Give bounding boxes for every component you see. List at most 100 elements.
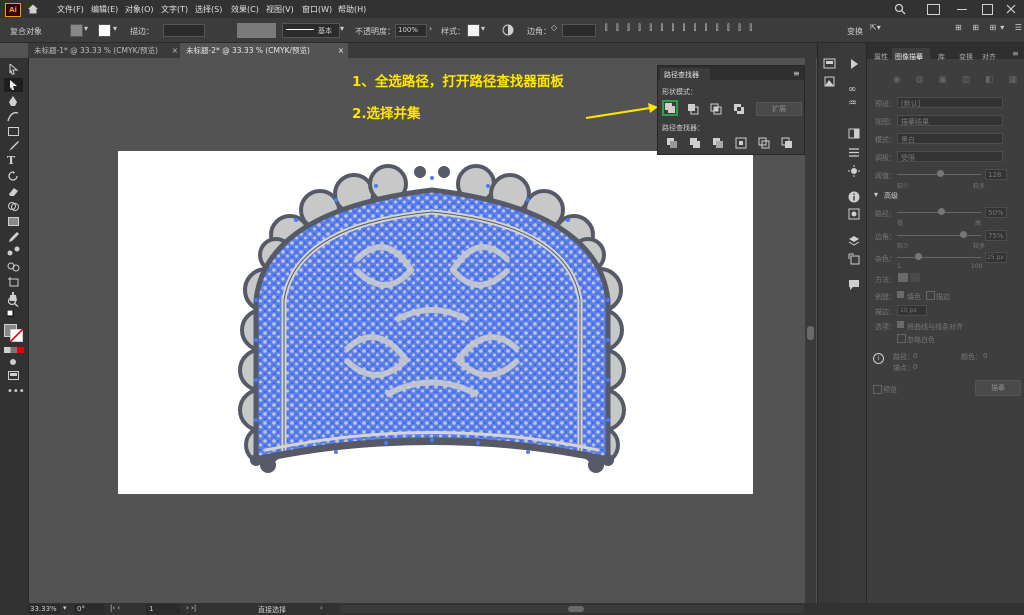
stroke-checkbox[interactable] <box>926 291 935 300</box>
panel-menu-icon[interactable]: ≡ <box>793 69 800 78</box>
paths-slider-thumb[interactable] <box>938 208 945 215</box>
shape-builder-tool-icon[interactable] <box>7 201 20 212</box>
menu-help[interactable]: 帮助(H) <box>338 4 366 15</box>
stacked-layers-icon[interactable] <box>848 235 860 247</box>
actions-play-icon[interactable] <box>848 58 860 70</box>
variable-width-profile[interactable] <box>237 23 276 38</box>
panel-menu-icon[interactable]: ≡ <box>1012 49 1019 58</box>
export-icon[interactable] <box>848 253 860 265</box>
eyedropper-tool-icon[interactable] <box>7 231 20 242</box>
outline-icon[interactable] <box>758 137 770 149</box>
tab-libraries[interactable]: 库 <box>938 52 945 62</box>
trim-icon[interactable] <box>689 137 701 149</box>
scroll-thumb[interactable] <box>807 326 814 340</box>
chevron-down-icon[interactable]: ▾ <box>63 604 67 612</box>
menu-object[interactable]: 对象(O) <box>125 4 154 15</box>
pen-tool-icon[interactable] <box>7 96 20 107</box>
appearance-icon[interactable] <box>848 165 860 177</box>
menu-window[interactable]: 窗口(W) <box>302 4 332 15</box>
stroke-weight-field[interactable] <box>163 24 205 37</box>
corner-stepper[interactable]: ◇ <box>551 23 557 32</box>
panel-options-icons[interactable]: ⊞ ⊞ ⊞▾ ☰ <box>955 23 1024 32</box>
direct-selection-tool-icon[interactable] <box>7 80 20 91</box>
ai-logo[interactable]: Ai <box>5 3 21 17</box>
info-icon[interactable] <box>848 191 860 203</box>
horizontal-scroll-thumb[interactable] <box>568 606 584 612</box>
blend-tool-icon[interactable] <box>7 246 20 257</box>
minus-front-icon[interactable] <box>687 103 699 115</box>
vertical-scrollbar[interactable] <box>805 58 816 603</box>
brushes-icon[interactable]: ♒ <box>848 98 857 109</box>
exclude-icon[interactable] <box>733 103 745 115</box>
advanced-section-label[interactable]: 高级 <box>884 191 898 201</box>
tab-document-1[interactable]: 未标题-1* @ 33.33 % (CMYK/预览) × <box>28 43 182 58</box>
align-panel-icon[interactable] <box>848 147 860 158</box>
tab-transform[interactable]: 变换 <box>959 52 973 62</box>
stroke-color-none-swatch[interactable] <box>10 329 23 342</box>
transparency-icon[interactable] <box>848 128 860 139</box>
tab-document-2[interactable]: 未标题-2* @ 33.33 % (CMYK/预览) × <box>180 43 348 58</box>
artboards-panel-icon[interactable] <box>823 76 836 87</box>
fill-swatch[interactable] <box>70 24 83 37</box>
rotate-tool-icon[interactable] <box>7 171 20 182</box>
tab-align[interactable]: 对齐 <box>982 52 996 62</box>
stroke-swatch[interactable] <box>98 24 111 37</box>
ignore-white-checkbox[interactable] <box>897 334 906 343</box>
minimize-icon[interactable] <box>957 9 967 10</box>
menu-edit[interactable]: 编辑(E) <box>91 4 118 15</box>
layers-panel-icon[interactable] <box>823 58 836 69</box>
artboard-tool-icon[interactable] <box>7 276 20 287</box>
eraser-tool-icon[interactable] <box>7 186 20 197</box>
chevron-down-icon[interactable]: ▾ <box>340 24 344 33</box>
image-trace-icon[interactable] <box>848 208 860 220</box>
home-icon[interactable] <box>27 3 39 15</box>
color-mode-buttons[interactable] <box>4 347 24 353</box>
default-fill-stroke-icon[interactable] <box>7 310 20 321</box>
status-arrow[interactable]: › <box>320 604 323 612</box>
close-icon[interactable] <box>1006 4 1016 14</box>
search-icon[interactable] <box>894 3 906 15</box>
rectangle-tool-icon[interactable] <box>7 126 20 137</box>
corner-field[interactable] <box>562 24 596 37</box>
zoom-tool-icon[interactable] <box>7 296 20 307</box>
gradient-tool-icon[interactable] <box>7 216 20 227</box>
corners-slider[interactable] <box>897 235 981 236</box>
chevron-down-icon[interactable]: ▾ <box>874 190 878 199</box>
method-abutting-button[interactable] <box>898 273 908 282</box>
artboard-nav-arrows[interactable]: |‹ ‹ <box>110 604 120 612</box>
noise-slider[interactable] <box>897 257 981 258</box>
align-icons[interactable]: ⫿ ⫿ ⫿ ⫿ ⫿ ⫿ ⫿ ⫿ ⫿ ⫿ ⫿ ⫿ ⫿ ⫿ <box>605 23 755 33</box>
restore-icon[interactable] <box>982 4 993 15</box>
threshold-slider-thumb[interactable] <box>937 170 944 177</box>
chevron-down-icon[interactable]: ▾ <box>113 24 117 33</box>
opacity-label[interactable]: 不透明度： <box>355 26 395 37</box>
noise-slider-thumb[interactable] <box>915 253 922 260</box>
chevron-down-icon[interactable]: ▾ <box>84 24 88 33</box>
isolate-icon[interactable]: ⇱▾ <box>870 23 881 32</box>
merge-icon[interactable] <box>712 137 724 149</box>
corners-slider-thumb[interactable] <box>960 231 967 238</box>
preview-checkbox[interactable] <box>873 385 882 394</box>
curvature-tool-icon[interactable] <box>7 111 20 122</box>
crop-icon[interactable] <box>735 137 747 149</box>
method-overlapping-button[interactable] <box>910 273 920 282</box>
lace-crown-artwork[interactable] <box>236 160 628 480</box>
menu-type[interactable]: 文字(T) <box>161 4 188 15</box>
unite-icon[interactable] <box>664 102 676 114</box>
selection-tool-icon[interactable] <box>7 64 20 75</box>
chevron-right-icon[interactable]: › <box>429 24 432 33</box>
menu-view[interactable]: 视图(V) <box>266 4 294 15</box>
close-icon[interactable]: × <box>338 43 344 58</box>
menu-select[interactable]: 选择(S) <box>195 4 222 15</box>
symbol-sprayer-tool-icon[interactable] <box>7 261 20 272</box>
artboard-nav-arrows-next[interactable]: › ›| <box>186 604 196 612</box>
paintbrush-tool-icon[interactable] <box>7 141 20 152</box>
menu-file[interactable]: 文件(F) <box>57 4 84 15</box>
minus-back-icon[interactable] <box>781 137 793 149</box>
draw-mode-icon[interactable] <box>7 356 20 367</box>
close-icon[interactable]: × <box>172 43 178 58</box>
expand-button[interactable]: 扩展 <box>756 102 802 116</box>
snap-curves-checkbox[interactable] <box>897 321 904 328</box>
comments-icon[interactable] <box>848 279 860 291</box>
transform-label[interactable]: 变换 <box>847 26 863 37</box>
